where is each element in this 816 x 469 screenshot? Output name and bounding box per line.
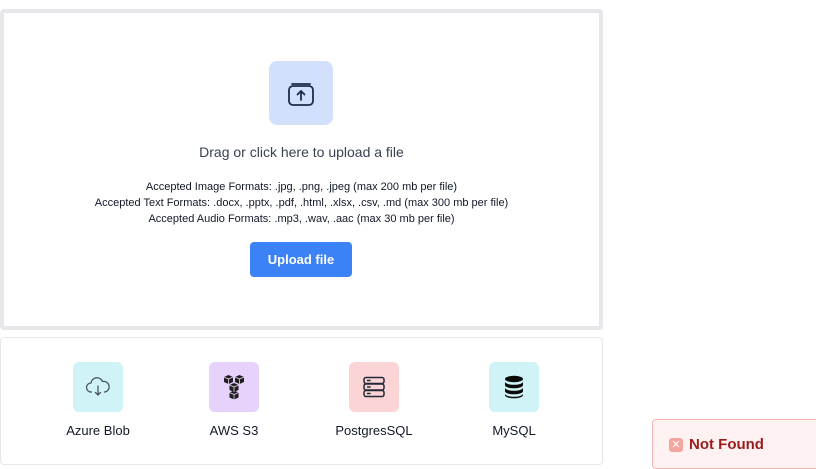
source-mysql[interactable]: MySQL [459,362,569,438]
error-toast[interactable]: ✕ Not Found [652,419,816,469]
toast-message: Not Found [689,436,764,453]
image-formats: Accepted Image Formats: .jpg, .png, .jpe… [145,181,458,193]
source-postgressql[interactable]: PostgresSQL [319,362,429,438]
upload-icon-svg [288,83,314,106]
source-azure-blob[interactable]: Azure Blob [43,362,153,438]
source-label: AWS S3 [209,423,259,438]
text-formats: Accepted Text Formats: .docx, .pptx, .pd… [94,197,509,209]
upload-icon[interactable] [269,61,333,125]
accepted-formats: Accepted Image Formats: .jpg, .png, .jpe… [4,179,599,227]
source-aws-s3[interactable]: AWS S3 [179,362,289,438]
close-icon[interactable]: ✕ [669,438,683,452]
data-sources-panel: Azure Blob AWS S3 PostgresSQL MySQL [0,337,603,465]
upload-file-button[interactable]: Upload file [250,242,352,277]
source-label: Azure Blob [66,423,130,438]
server-stack-icon [349,362,399,412]
aws-cubes-icon [209,362,259,412]
drag-instruction: Drag or click here to upload a file [199,144,404,160]
upload-dropzone[interactable]: Drag or click here to upload a file Acce… [0,9,603,330]
source-label: PostgresSQL [335,423,413,438]
database-icon [489,362,539,412]
audio-formats: Accepted Audio Formats: .mp3, .wav, .aac… [148,213,455,225]
source-label: MySQL [492,423,536,438]
cloud-download-icon [73,362,123,412]
